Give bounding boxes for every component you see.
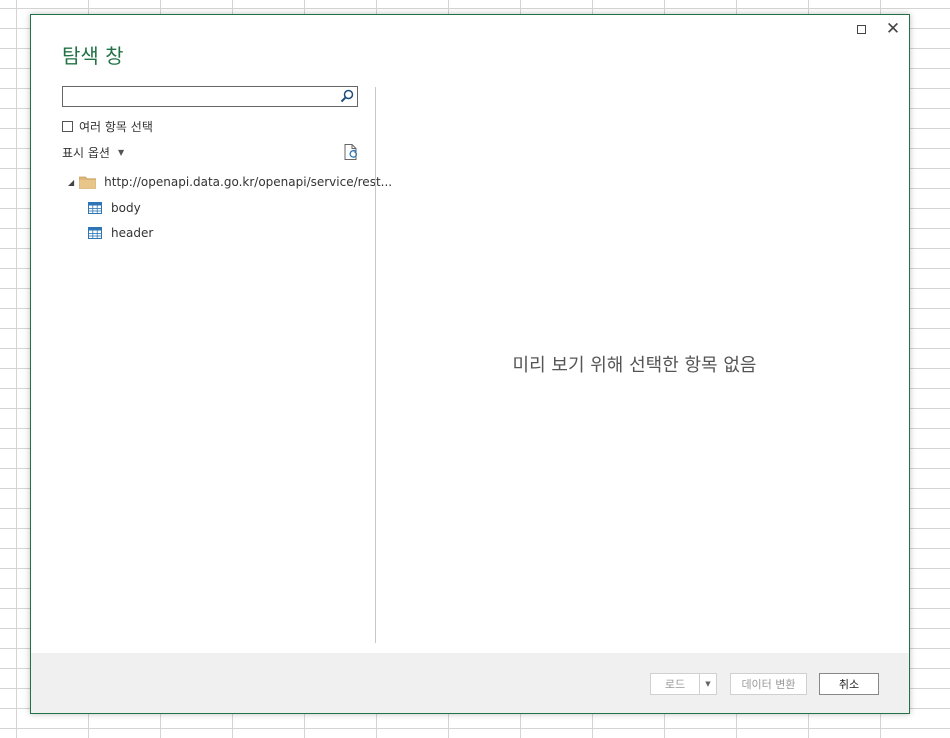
folder-icon bbox=[79, 176, 97, 189]
transform-data-button[interactable]: 데이터 변환 bbox=[730, 673, 807, 695]
load-button[interactable]: 로드 bbox=[650, 673, 700, 695]
display-options-label: 표시 옵션 bbox=[62, 146, 110, 160]
refresh-icon[interactable] bbox=[342, 143, 360, 161]
tree-item-label: body bbox=[111, 201, 141, 215]
table-icon bbox=[88, 227, 102, 239]
search-box bbox=[62, 86, 358, 108]
dialog-title: 탐색 창 bbox=[62, 44, 124, 68]
multi-select-checkbox[interactable] bbox=[62, 121, 73, 132]
display-options-dropdown[interactable]: 표시 옵션 ▼ bbox=[62, 144, 124, 161]
tree-root-source[interactable]: ◢ http://openapi.data.go.kr/openapi/serv… bbox=[68, 175, 392, 189]
tree-item-body[interactable]: body bbox=[88, 201, 141, 215]
search-input[interactable] bbox=[63, 88, 333, 108]
close-button[interactable]: ✕ bbox=[885, 19, 901, 39]
table-icon bbox=[88, 202, 102, 214]
maximize-icon bbox=[856, 24, 866, 34]
cancel-button[interactable]: 취소 bbox=[819, 673, 879, 695]
maximize-button[interactable] bbox=[853, 21, 869, 37]
chevron-down-icon: ▼ bbox=[117, 148, 125, 157]
navigator-dialog: ✕ 탐색 창 여러 항목 선택 표시 옵션 ▼ ◢ http://openapi… bbox=[30, 14, 910, 714]
load-dropdown-button[interactable]: ▼ bbox=[700, 673, 717, 695]
search-icon[interactable] bbox=[340, 89, 354, 103]
multi-select-label: 여러 항목 선택 bbox=[79, 120, 153, 134]
close-icon: ✕ bbox=[885, 19, 901, 39]
tree-item-label: header bbox=[111, 226, 154, 240]
dialog-footer: 로드 ▼ 데이터 변환 취소 bbox=[31, 653, 909, 713]
tree-root-label: http://openapi.data.go.kr/openapi/servic… bbox=[104, 175, 393, 189]
pane-divider[interactable] bbox=[375, 87, 376, 643]
tree-item-header[interactable]: header bbox=[88, 226, 153, 240]
chevron-down-icon: ▼ bbox=[705, 680, 711, 688]
preview-empty-message: 미리 보기 위해 선택한 항목 없음 bbox=[512, 355, 757, 376]
multi-select-option[interactable]: 여러 항목 선택 bbox=[62, 118, 153, 135]
collapse-arrow-icon[interactable]: ◢ bbox=[68, 178, 74, 187]
